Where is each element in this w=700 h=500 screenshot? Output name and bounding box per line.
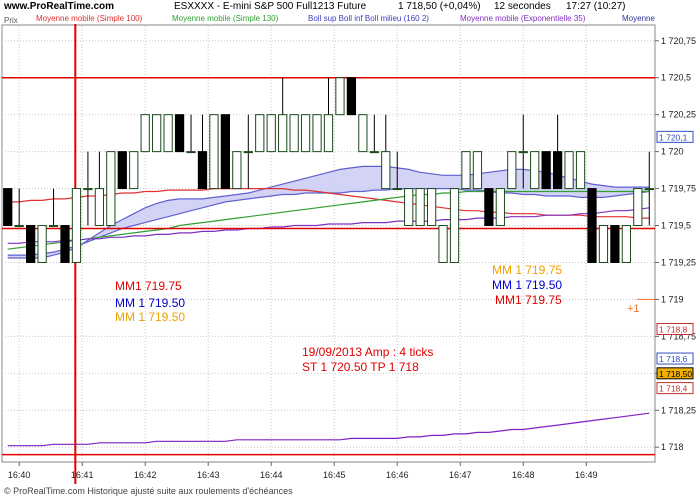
- x-tick-label: 16:44: [260, 470, 283, 480]
- candle-body: [621, 225, 631, 263]
- candle-body: [495, 188, 505, 227]
- candle-body: [106, 151, 116, 227]
- price-tag-label: 1 718,6: [659, 354, 688, 364]
- candle-body: [472, 151, 483, 190]
- candle-body: [129, 151, 139, 190]
- price-chart[interactable]: 1 720,75 1 720,5 1 720,25 1 720 1 719,75 1 71…: [0, 0, 700, 500]
- candle-body: [426, 188, 437, 227]
- x-tick-label: 16:49: [575, 470, 598, 480]
- candle-body: [461, 151, 471, 190]
- candle-body: [598, 225, 609, 263]
- candle-body: [232, 151, 242, 190]
- candle-body: [449, 188, 460, 263]
- candle-body: [26, 225, 36, 263]
- candle-body: [60, 225, 70, 263]
- candle-body: [14, 225, 24, 228]
- candle-body: [507, 151, 517, 190]
- candle-body: [518, 151, 528, 154]
- candle-body: [381, 151, 391, 190]
- candle-body: [323, 114, 334, 153]
- annotation-date-amp: 19/09/2013 Amp : 4 ticks: [302, 345, 434, 359]
- candle-body: [243, 151, 253, 154]
- candle-body: [438, 225, 448, 263]
- x-tick-label: 16:40: [8, 470, 31, 480]
- annotation-right-mm1: MM1 719.75: [495, 293, 562, 307]
- y-tick-label: 1 720,5: [661, 73, 691, 83]
- y-tick-label: 1 718,25: [661, 405, 696, 415]
- candle-body: [117, 151, 127, 190]
- candle-body: [392, 188, 402, 191]
- candle-body: [289, 114, 299, 153]
- candle-body: [220, 114, 231, 190]
- candle-body: [163, 114, 173, 153]
- x-tick-label: 16:45: [323, 470, 346, 480]
- x-tick-label: 16:43: [197, 470, 220, 480]
- candle-body: [3, 188, 13, 227]
- candle-body: [484, 188, 494, 227]
- price-tag-label: 1 720,1: [659, 132, 688, 142]
- candle-body: [300, 114, 311, 153]
- annotation-left-mm-orange: MM 1 719.50: [115, 310, 186, 324]
- candle-body: [564, 151, 574, 190]
- line-lower_ma: [7, 412, 650, 447]
- footer-copyright: © ProRealTime.com Historique ajusté suit…: [4, 486, 293, 496]
- annotation-right-mm-orange: MM 1 719.75: [492, 263, 563, 277]
- candle-body: [346, 77, 357, 116]
- x-tick-label: 16:42: [134, 470, 157, 480]
- candle-body: [197, 151, 208, 190]
- price-tag-label: 1 718,8: [659, 324, 688, 334]
- y-tick-label: 1 719,25: [661, 257, 696, 267]
- y-tick-label: 1 720,75: [661, 36, 696, 46]
- y-tick-label: 1 719,5: [661, 221, 691, 231]
- candle-body: [587, 188, 597, 263]
- candle-body: [186, 151, 196, 154]
- candle-body: [152, 114, 162, 153]
- candle-body: [174, 114, 185, 153]
- candle-body: [404, 188, 414, 227]
- candle-body: [633, 188, 643, 227]
- annotation-plus-one: +1: [627, 303, 640, 315]
- candle-body: [552, 151, 563, 190]
- price-tag-label: 1 718,4: [659, 384, 688, 394]
- candle-body: [358, 114, 368, 153]
- candle-body: [48, 225, 59, 228]
- price-tag-label: 1 718,50: [659, 369, 692, 379]
- x-tick-label: 16:46: [386, 470, 409, 480]
- candle-body: [94, 188, 105, 227]
- candle-body: [369, 151, 379, 154]
- candle-body: [312, 114, 322, 153]
- annotation-left-mm1: MM1 719.75: [115, 279, 182, 293]
- candle-body: [644, 188, 654, 191]
- y-tick-label: 1 720: [661, 147, 684, 157]
- y-tick-label: 1 719,75: [661, 184, 696, 194]
- annotation-stop-target: ST 1 720.50 TP 1 718: [302, 360, 419, 374]
- y-tick-label: 1 720,25: [661, 110, 696, 120]
- x-tick-label: 16:41: [71, 470, 94, 480]
- x-tick-label: 16:47: [449, 470, 472, 480]
- candle-body: [541, 151, 551, 190]
- annotation-right-mm-blue: MM 1 719.50: [492, 278, 563, 292]
- candle-body: [140, 114, 150, 153]
- candle-body: [278, 114, 288, 153]
- y-tick-label: 1 719: [661, 294, 684, 304]
- y-tick-label: 1 718: [661, 442, 684, 452]
- candle-body: [610, 225, 620, 263]
- candle-body: [83, 188, 93, 191]
- candle-body: [530, 151, 540, 190]
- candle-body: [209, 114, 219, 190]
- x-tick-label: 16:48: [512, 470, 535, 480]
- candle-body: [71, 188, 82, 263]
- candle-body: [575, 151, 586, 190]
- candle-body: [415, 188, 425, 227]
- annotation-left-mm-blue: MM 1 719.50: [115, 296, 186, 310]
- candle-body: [335, 77, 345, 116]
- candle-body: [266, 114, 276, 153]
- candle-body: [255, 114, 265, 153]
- candle-body: [37, 225, 47, 263]
